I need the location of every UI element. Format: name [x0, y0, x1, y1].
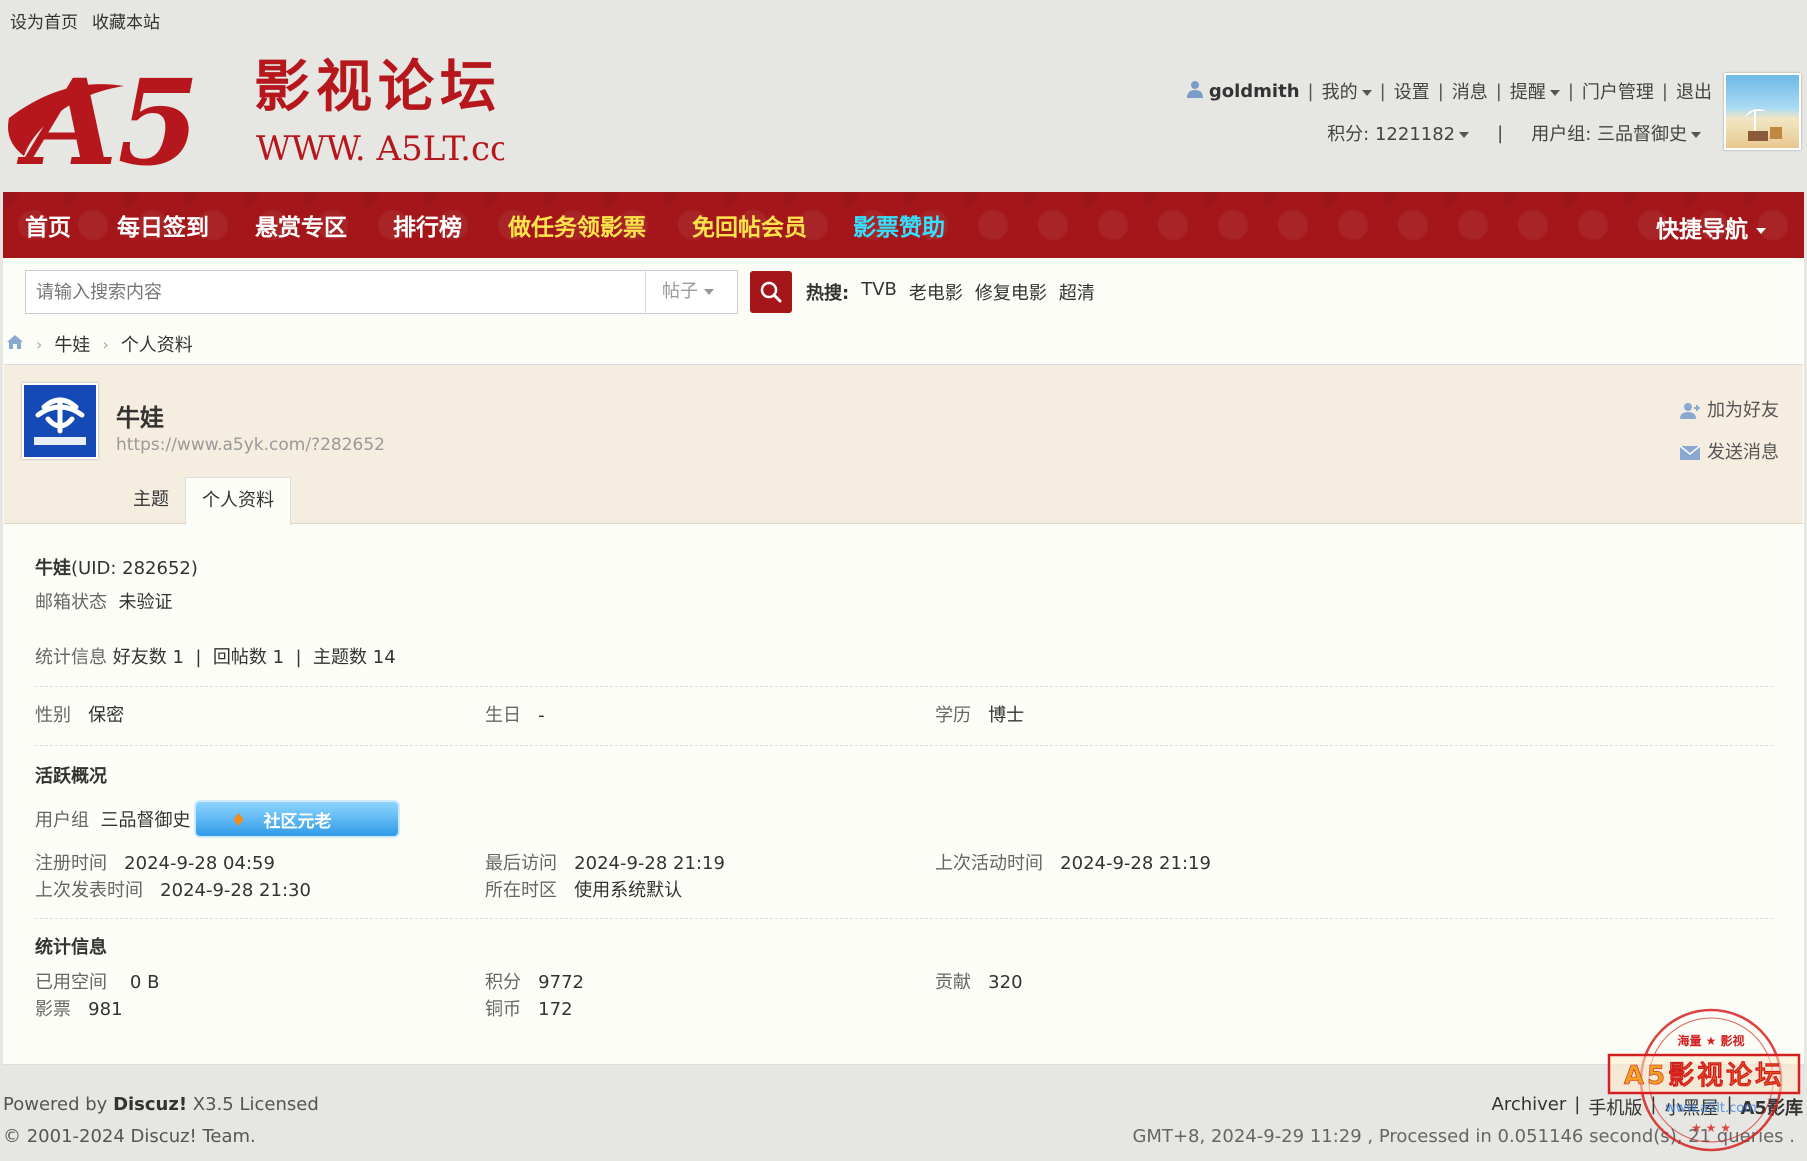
- logout-link[interactable]: 退出: [1676, 78, 1712, 104]
- svg-text:★ ★ ★: ★ ★ ★: [1691, 1121, 1731, 1135]
- points-menu[interactable]: 积分: 1221182: [1327, 120, 1470, 146]
- search-icon: [760, 281, 782, 303]
- portal-admin-link[interactable]: 门户管理: [1582, 78, 1654, 104]
- logo-mark: A5: [16, 56, 200, 171]
- breadcrumb-current: 个人资料: [120, 335, 193, 356]
- search-input[interactable]: [26, 271, 644, 313]
- nav-item-bounty[interactable]: 悬赏专区: [255, 208, 347, 242]
- copyright: © 2001-2024 Discuz! Team.: [3, 1126, 256, 1147]
- profile-name: 牛娃: [116, 404, 164, 432]
- hot-term[interactable]: 修复电影: [975, 279, 1047, 305]
- set-home-link[interactable]: 设为首页: [10, 8, 78, 33]
- powered-by: Powered by Discuz! X3.5 Licensed: [3, 1094, 319, 1115]
- activity-row-1: 注册时间 2024-9-28 04:59 最后访问 2024-9-28 21:1…: [35, 853, 1211, 874]
- usergroup-link[interactable]: 三品督御史: [100, 806, 190, 832]
- discuz-link[interactable]: Discuz!: [113, 1094, 187, 1115]
- stamp-top: 海量 ★ 影视: [1677, 1033, 1744, 1048]
- archiver-link[interactable]: Archiver: [1492, 1094, 1567, 1120]
- logo-url: WWW. A5LT.com: [256, 129, 504, 169]
- usergroup-line: 用户组 三品督御史 ♦ 社区元老: [35, 798, 1773, 840]
- username-link[interactable]: goldmith: [1209, 81, 1300, 102]
- basic-info-row: 性别 保密 生日 - 学历 博士: [35, 705, 1025, 726]
- chevron-down-icon: [1691, 132, 1701, 138]
- activity-title: 活跃概况: [35, 766, 107, 787]
- logo-title: 影视论坛: [254, 56, 502, 120]
- home-icon[interactable]: [6, 334, 24, 355]
- divider: [35, 918, 1773, 919]
- chevron-down-icon: [1756, 227, 1766, 234]
- stamp-main: A5影视论坛: [1624, 1061, 1784, 1091]
- nav-item-vip[interactable]: 免回帖会员: [692, 208, 807, 242]
- messages-link[interactable]: 消息: [1452, 78, 1488, 104]
- group-badge: ♦ 社区元老: [194, 800, 401, 838]
- email-status: 邮箱状态 未验证: [35, 592, 173, 613]
- breadcrumb-user[interactable]: 牛娃: [54, 331, 90, 357]
- user-bar: goldmith | 我的 | 设置 | 消息 | 提醒 | 门户管理 | 退出: [1186, 78, 1712, 104]
- user-icon: [1186, 80, 1203, 103]
- breadcrumb-separator: ›: [36, 334, 43, 354]
- watermark-stamp: 海量 ★ 影视 A5影视论坛 www.a5lt.com ★ ★ ★: [1603, 1000, 1801, 1160]
- stats-row-1: 已用空间 0 B 积分 9772 贡献 320: [35, 972, 1023, 993]
- nav-item-ranking[interactable]: 排行榜: [393, 208, 462, 242]
- search-scope-select[interactable]: 帖子: [645, 271, 737, 313]
- search-box: 帖子: [25, 270, 738, 314]
- hot-term[interactable]: TVB: [861, 279, 897, 305]
- nav-item-tasks[interactable]: 做任务领影票: [508, 208, 646, 242]
- top-links: 设为首页 收藏本站: [10, 8, 160, 33]
- site-logo[interactable]: A5 影视论坛 WWW. A5LT.com: [4, 53, 543, 192]
- stats-row-2: 影票 981 铜币 172: [35, 999, 573, 1020]
- friends-count-link[interactable]: 好友数 1: [113, 647, 184, 668]
- gem-icon: ♦: [230, 810, 247, 831]
- user-avatar[interactable]: [1724, 73, 1801, 150]
- send-message-button[interactable]: 发送消息: [1679, 432, 1779, 474]
- divider: [35, 745, 1773, 746]
- profile-body: 牛娃(UID: 282652) 邮箱状态 未验证 统计信息 好友数 1 | 回帖…: [35, 555, 1773, 1023]
- nav-item-checkin[interactable]: 每日签到: [117, 208, 209, 242]
- main-nav: 首页 每日签到 悬赏专区 排行榜 做任务领影票 免回帖会员 影票赞助 快捷导航: [3, 192, 1804, 258]
- hot-term[interactable]: 超清: [1059, 279, 1095, 305]
- chevron-down-icon: [704, 289, 714, 295]
- threads-count-link[interactable]: 主题数 14: [313, 647, 396, 668]
- tab-threads[interactable]: 主题: [117, 477, 185, 525]
- settings-link[interactable]: 设置: [1394, 78, 1430, 104]
- notify-menu[interactable]: 提醒: [1510, 78, 1560, 104]
- hot-term[interactable]: 老电影: [909, 279, 963, 305]
- user-stats-bar: 积分: 1221182 | 用户组: 三品督御史: [1327, 120, 1701, 146]
- chevron-down-icon: [1459, 132, 1470, 138]
- add-friend-icon: [1680, 403, 1700, 419]
- tab-profile[interactable]: 个人资料: [185, 477, 291, 525]
- usergroup-menu[interactable]: 用户组: 三品督御史: [1531, 120, 1701, 146]
- search-button[interactable]: [750, 271, 792, 313]
- profile-avatar[interactable]: [22, 383, 98, 459]
- stats-line: 统计信息 好友数 1 | 回帖数 1 | 主题数 14: [35, 647, 396, 668]
- profile-actions: 加为好友 发送消息: [1679, 390, 1779, 474]
- activity-row-2: 上次发表时间 2024-9-28 21:30 所在时区 使用系统默认: [35, 880, 683, 901]
- mine-menu[interactable]: 我的: [1322, 78, 1372, 104]
- chevron-down-icon: [1549, 90, 1560, 96]
- hot-search-label: 热搜:: [806, 283, 850, 304]
- bookmark-link[interactable]: 收藏本站: [92, 8, 160, 33]
- profile-tabs: 主题 个人资料: [117, 477, 291, 525]
- breadcrumb: › 牛娃 › 个人资料: [6, 331, 193, 357]
- stamp-url: www.a5lt.com: [1665, 1101, 1757, 1116]
- add-friend-button[interactable]: 加为好友: [1679, 390, 1779, 432]
- quick-nav-menu[interactable]: 快捷导航: [1656, 210, 1766, 244]
- nav-item-home[interactable]: 首页: [25, 208, 71, 242]
- replies-count-link[interactable]: 回帖数 1: [213, 647, 284, 668]
- nav-item-sponsor[interactable]: 影票赞助: [853, 208, 945, 242]
- hot-search: 热搜: TVB 老电影 修复电影 超清: [806, 279, 1095, 305]
- breadcrumb-separator: ›: [102, 334, 109, 354]
- uid-line: 牛娃(UID: 282652): [35, 558, 198, 579]
- mail-icon: [1679, 445, 1701, 460]
- profile-url[interactable]: https://www.a5yk.com/?282652: [116, 435, 385, 455]
- chevron-down-icon: [1361, 90, 1372, 96]
- stats-title: 统计信息: [35, 937, 107, 958]
